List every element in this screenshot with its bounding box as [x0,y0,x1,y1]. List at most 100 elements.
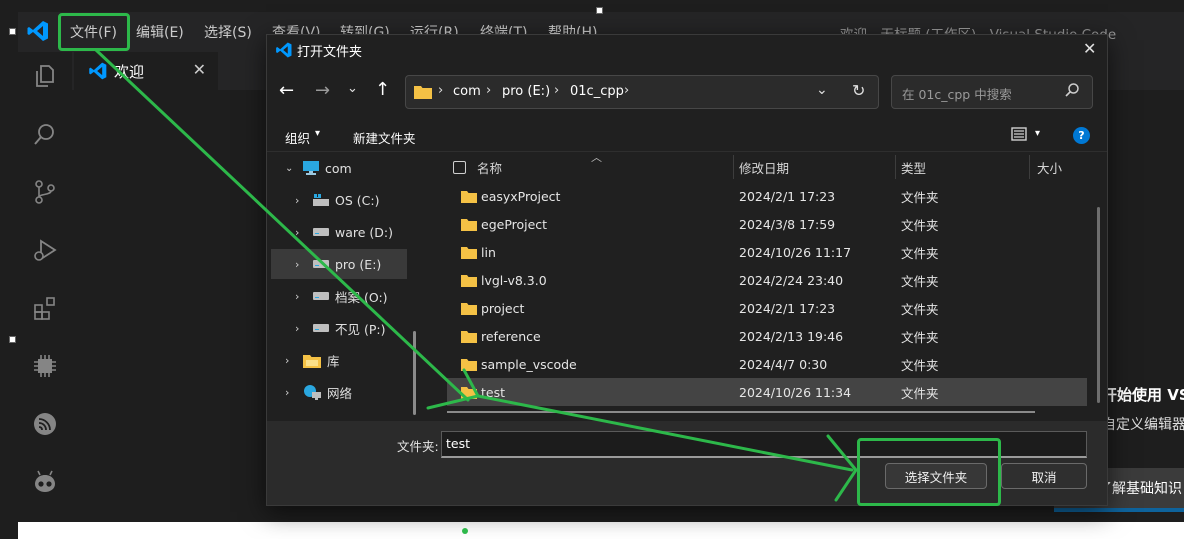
breadcrumb-item[interactable]: com [453,84,481,99]
chevron-right-icon: › [295,257,300,271]
file-row[interactable]: project 2024/2/1 17:23 文件夹 [447,294,1087,322]
os-drive-icon [313,194,329,206]
dialog-close-icon[interactable]: ✕ [1083,39,1096,58]
new-folder-button[interactable]: 新建文件夹 [353,128,416,147]
search-icon[interactable] [29,118,61,150]
address-bar[interactable]: › com › pro (E:) › 01c_cpp › ⌄ ↻ [405,75,879,109]
menu-selection[interactable]: 选择(S) [204,22,252,42]
explorer-icon[interactable] [29,60,61,92]
organize-menu[interactable]: 组织 [285,128,310,147]
help-icon[interactable]: ? [1073,127,1090,144]
select-all-checkbox[interactable] [453,161,466,174]
file-modified: 2024/10/26 11:34 [739,384,852,400]
folder-name-value: test [446,436,471,451]
annotation-file-menu-highlight [58,13,130,51]
refresh-icon[interactable]: ↻ [852,81,865,100]
file-modified: 2024/2/1 17:23 [739,188,836,204]
view-caret-icon[interactable]: ▾ [1035,128,1040,139]
run-debug-icon[interactable] [29,234,61,266]
resize-handle [9,28,16,35]
file-modified: 2024/3/8 17:59 [739,216,836,232]
network-icon [303,384,321,400]
column-separator[interactable] [895,155,896,179]
tree-item-com[interactable]: ⌄ com [271,153,407,183]
breadcrumb-sep-icon: › [554,83,560,98]
menu-edit[interactable]: 编辑(E) [136,22,184,42]
tab-welcome[interactable]: 欢迎 ✕ [74,52,218,91]
column-modified[interactable]: 修改日期 [739,153,789,181]
file-row[interactable]: easyxProject 2024/2/1 17:23 文件夹 [447,182,1087,210]
drive-icon [313,292,329,300]
file-modified: 2024/4/7 0:30 [739,356,828,372]
tree-item-o-drive[interactable]: › 档案 (O:) [271,281,407,311]
breadcrumb-item[interactable]: 01c_cpp [570,84,624,99]
forward-arrow-icon[interactable]: → [315,80,330,101]
file-name: test [481,384,506,400]
tree-item-network[interactable]: › 网络 [271,377,407,407]
folder-icon [461,246,477,259]
status-area [18,522,1184,539]
organize-caret-icon: ▾ [315,128,321,139]
view-options-icon[interactable] [1011,126,1027,146]
address-dropdown-icon[interactable]: ⌄ [816,82,828,98]
welcome-customize[interactable]: 自定义编辑器 [1102,414,1184,434]
column-separator[interactable] [733,155,734,179]
file-row-selected[interactable]: test 2024/10/26 11:34 文件夹 [447,378,1087,406]
tree-label: pro (E:) [335,256,382,272]
file-vertical-scrollbar[interactable] [1097,207,1100,403]
tree-item-pro-e[interactable]: › pro (E:) [271,249,407,279]
breadcrumb-item[interactable]: pro (E:) [502,84,550,99]
drive-icon [313,324,329,332]
chip-icon[interactable] [29,350,61,382]
column-size[interactable]: 大小 [1037,153,1062,181]
file-row[interactable]: lvgl-v8.3.0 2024/2/24 23:40 文件夹 [447,266,1087,294]
search-box[interactable]: 在 01c_cpp 中搜索 [891,75,1093,109]
back-arrow-icon[interactable]: ← [279,80,294,101]
column-separator[interactable] [1029,155,1030,179]
folder-breadcrumb-icon [414,84,432,103]
chevron-right-icon: › [295,289,300,303]
file-modified: 2024/2/1 17:23 [739,300,836,316]
column-name[interactable]: 名称 [477,153,502,181]
tree-label: ware (D:) [335,224,394,240]
up-arrow-icon[interactable]: ↑ [375,79,390,100]
nav-scrollbar[interactable] [413,331,416,415]
library-icon [303,353,321,368]
welcome-heading: 开始使用 VS [1102,386,1184,404]
close-tab-icon[interactable]: ✕ [193,60,206,79]
command-bar: 组织 ▾ 新建文件夹 ▾ ? [267,121,1107,151]
resize-handle [596,7,603,14]
file-row[interactable]: reference 2024/2/13 19:46 文件夹 [447,322,1087,350]
file-row[interactable]: sample_vscode 2024/4/7 0:30 文件夹 [447,350,1087,378]
file-type: 文件夹 [901,189,939,205]
drive-icon [313,228,329,236]
file-name: project [481,300,525,316]
espressif-icon[interactable] [29,408,61,440]
activity-bar [18,52,73,522]
source-control-icon[interactable] [29,176,61,208]
tree-item-library[interactable]: › 库 [271,345,407,375]
vscode-tab-icon [88,61,108,81]
folder-icon [461,358,477,371]
file-row[interactable]: lin 2024/10/26 11:17 文件夹 [447,238,1087,266]
extensions-icon[interactable] [29,292,61,324]
tree-item-os-c[interactable]: › OS (C:) [271,185,407,215]
file-type: 文件夹 [901,217,939,233]
tree-item-ware-d[interactable]: › ware (D:) [271,217,407,247]
tree-item-p-drive[interactable]: › 不见 (P:) [271,313,407,343]
file-horizontal-scrollbar[interactable] [447,411,1035,413]
cancel-button[interactable]: 取消 [1001,463,1087,489]
breadcrumb-sep-icon: › [486,83,492,98]
chevron-right-icon: › [295,321,300,335]
search-placeholder: 在 01c_cpp 中搜索 [902,87,1012,102]
column-type[interactable]: 类型 [901,153,926,181]
recent-locations-icon[interactable]: ⌄ [347,81,358,96]
navigation-pane: ⌄ com › OS (C:) › ware (D:) › pro (E:) ›… [267,153,417,419]
platformio-alien-icon[interactable] [29,466,61,498]
folder-icon [461,386,477,399]
tree-label: 库 [327,353,340,369]
file-name: lin [481,244,496,260]
file-row[interactable]: egeProject 2024/3/8 17:59 文件夹 [447,210,1087,238]
breadcrumb-sep-icon: › [624,83,630,98]
folder-icon [461,274,477,287]
